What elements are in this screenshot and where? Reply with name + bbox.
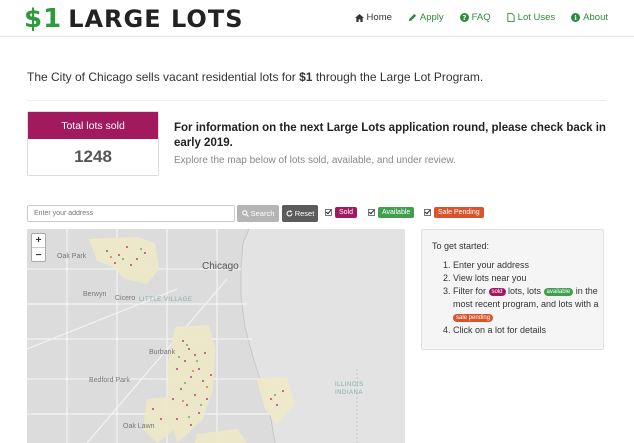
nav-home[interactable]: Home xyxy=(354,12,392,23)
help-step-4: Click on a lot for details xyxy=(453,324,601,337)
zoom-in-button[interactable]: + xyxy=(32,234,45,248)
svg-text:i: i xyxy=(574,14,577,22)
brand-dollar: $1 xyxy=(24,4,63,34)
available-mini-badge: available xyxy=(543,287,574,296)
map-label-little-village: LITTLE VILLAGE xyxy=(139,297,193,303)
reset-button[interactable]: Reset xyxy=(282,205,318,222)
map-label-cicero: Cicero xyxy=(115,295,136,302)
nav-faq[interactable]: ? FAQ xyxy=(459,12,491,23)
intro-price: $1 xyxy=(299,70,313,84)
map-label-bedford-park: Bedford Park xyxy=(89,377,130,384)
map-label-berwyn: Berwyn xyxy=(83,291,107,298)
intro-after: through the Large Lot Program. xyxy=(312,70,484,84)
help-steps: Enter your address View lots near you Fi… xyxy=(443,259,601,337)
nav-lot-uses-label: Lot Uses xyxy=(517,12,556,23)
nav-lot-uses[interactable]: Lot Uses xyxy=(507,12,556,23)
zoom-out-button[interactable]: − xyxy=(32,248,45,262)
intro-before: The City of Chicago sells vacant residen… xyxy=(27,70,300,84)
lots-sold-counter: Total lots sold 1248 xyxy=(27,111,159,176)
search-button-label: Search xyxy=(250,209,275,218)
step3-text-b: lots, lots xyxy=(505,286,544,296)
help-step-1: Enter your address xyxy=(453,259,601,272)
brand-name: LARGE LOTS xyxy=(68,5,244,33)
pencil-icon xyxy=(408,13,416,22)
nav-faq-label: FAQ xyxy=(471,12,491,23)
map-zoom-control: + − xyxy=(31,233,46,262)
info-circle-icon: i xyxy=(571,13,581,22)
help-title: To get started: xyxy=(432,241,490,251)
filter-sold[interactable]: Sold xyxy=(325,207,358,218)
map-label-oak-lawn: Oak Lawn xyxy=(123,423,155,430)
map-label-burbank: Burbank xyxy=(149,349,176,356)
sold-mini-badge: sold xyxy=(488,287,506,296)
help-step-2: View lots near you xyxy=(453,272,601,285)
nav-menu: Home Apply ? FAQ Lot Uses i About xyxy=(354,12,608,23)
search-icon xyxy=(241,210,249,217)
nav-apply-label: Apply xyxy=(419,12,444,23)
search-button[interactable]: Search xyxy=(237,205,279,222)
lots-map[interactable]: Oak Park Chicago Cicero Berwyn LITTLE VI… xyxy=(27,229,405,443)
map-label-oak-park: Oak Park xyxy=(57,253,87,260)
filter-available[interactable]: Available xyxy=(368,207,415,218)
counter-label: Total lots sold xyxy=(28,112,158,139)
refresh-icon xyxy=(286,210,293,217)
reset-button-label: Reset xyxy=(294,209,315,218)
nav-home-label: Home xyxy=(366,12,392,23)
counter-value: 1248 xyxy=(74,147,112,166)
home-icon xyxy=(354,13,364,22)
pending-checkbox[interactable] xyxy=(424,209,431,216)
step3-text-a: Filter for xyxy=(453,286,489,296)
available-label: Available xyxy=(378,207,415,218)
intro-text: The City of Chicago sells vacant residen… xyxy=(27,70,483,84)
nav-about[interactable]: i About xyxy=(571,12,608,23)
map-label-state-line: ILLINOIS INDIANA xyxy=(335,382,364,396)
pending-label: Sale Pending xyxy=(434,207,484,218)
map-label-chicago: Chicago xyxy=(202,261,239,272)
file-icon xyxy=(507,13,515,22)
nav-about-label: About xyxy=(583,12,608,23)
help-step-3: Filter for sold lots, lots available in … xyxy=(453,285,601,324)
available-checkbox[interactable] xyxy=(368,209,375,216)
question-circle-icon: ? xyxy=(459,13,469,22)
brand-logo[interactable]: $1 LARGE LOTS xyxy=(24,4,243,34)
address-search-input[interactable] xyxy=(27,205,235,222)
divider xyxy=(27,100,606,101)
pending-mini-badge: sale pending xyxy=(453,313,494,322)
svg-text:?: ? xyxy=(462,13,466,22)
sold-label: Sold xyxy=(335,207,358,218)
getting-started-panel: To get started: Enter your address View … xyxy=(421,229,604,350)
sold-checkbox[interactable] xyxy=(325,209,332,216)
info-subtext: Explore the map below of lots sold, avai… xyxy=(174,155,456,166)
nav-apply[interactable]: Apply xyxy=(408,12,444,23)
filter-pending[interactable]: Sale Pending xyxy=(424,207,484,218)
navbar: $1 LARGE LOTS Home Apply ? FAQ Lot Uses … xyxy=(0,0,634,37)
info-heading: For information on the next Large Lots a… xyxy=(174,122,606,149)
